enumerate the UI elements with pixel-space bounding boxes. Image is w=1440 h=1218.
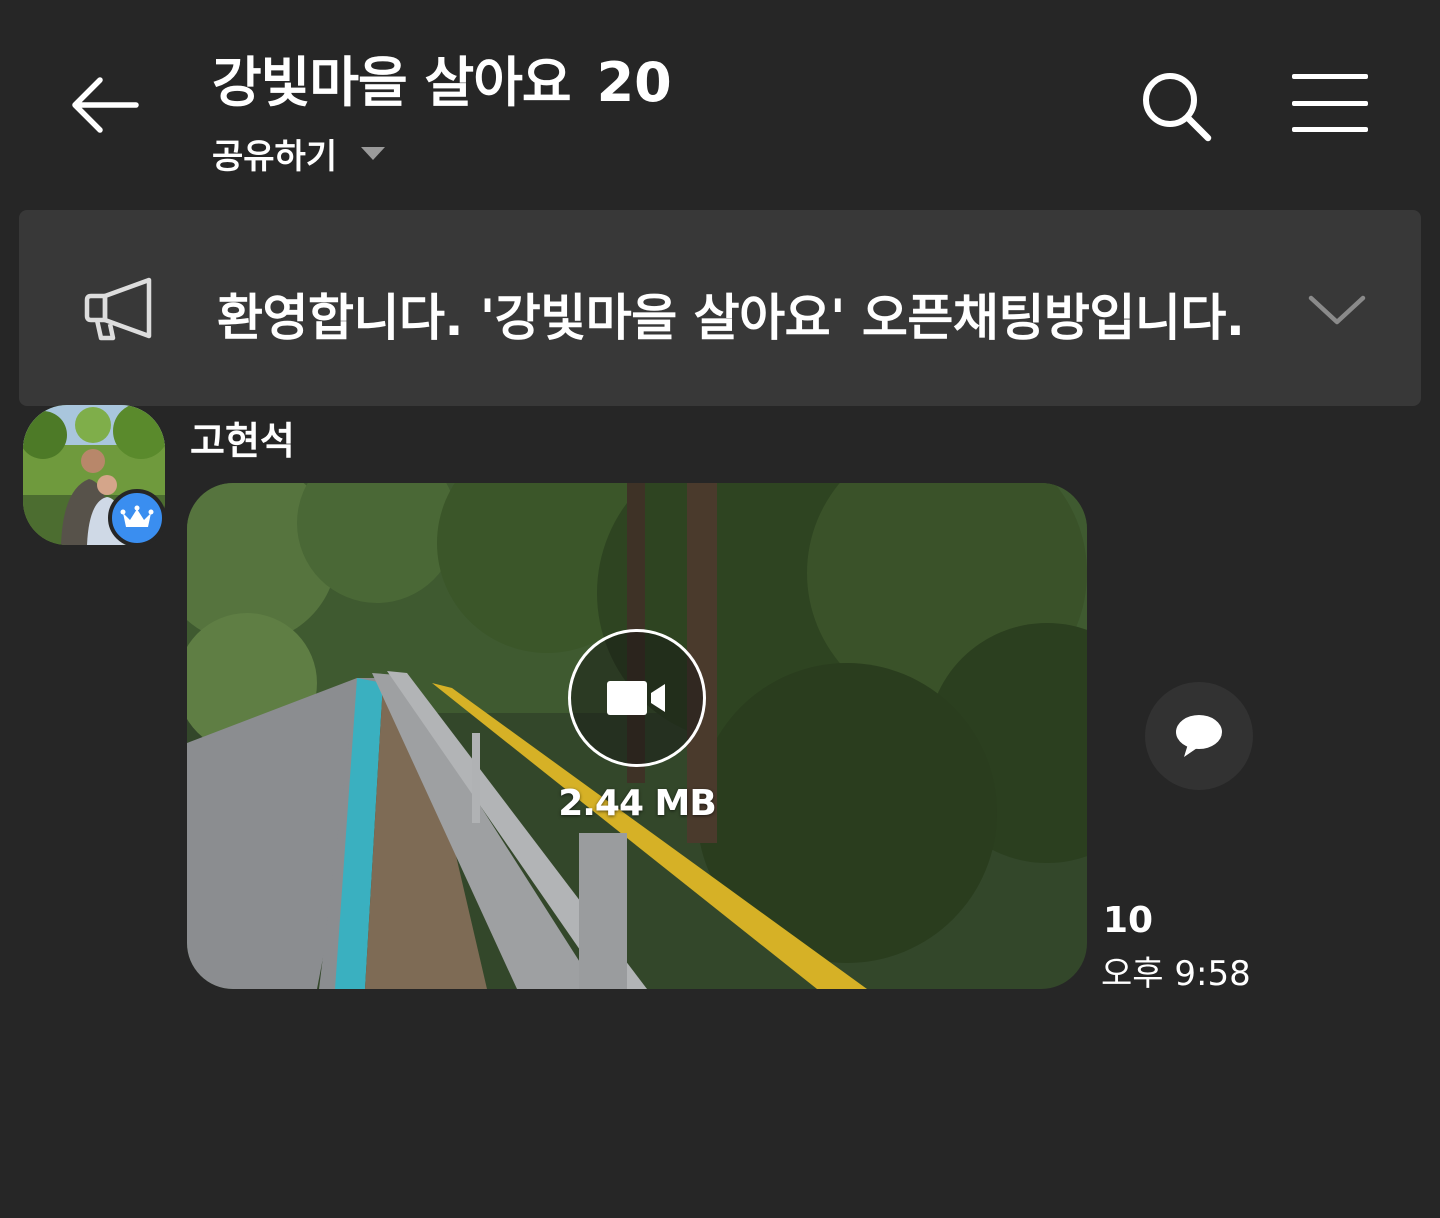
video-message[interactable]: 2.44 MB — [187, 483, 1087, 989]
member-count: 20 — [596, 51, 672, 114]
share-dropdown[interactable]: 공유하기 — [212, 129, 672, 178]
chat-header: 강빛마을 살아요 20 공유하기 — [0, 0, 1440, 190]
video-play-button[interactable] — [568, 629, 706, 767]
notice-banner[interactable]: 환영합니다. '강빛마을 살아요' 오픈채팅방입니다. — [19, 210, 1421, 406]
reply-button[interactable] — [1145, 682, 1253, 790]
title-row: 강빛마을 살아요 20 — [212, 38, 672, 117]
search-icon — [1143, 73, 1212, 142]
megaphone-icon — [84, 277, 152, 341]
menu-button[interactable] — [1290, 70, 1372, 136]
back-arrow-icon — [72, 77, 139, 133]
video-overlay — [567, 629, 707, 767]
hamburger-menu-icon — [1292, 74, 1368, 132]
crown-icon — [120, 505, 154, 527]
share-label: 공유하기 — [212, 137, 338, 177]
message-time: 오후 9:58 — [1101, 954, 1251, 994]
sender-name[interactable]: 고현석 — [190, 410, 295, 465]
caret-down-icon — [361, 147, 386, 160]
search-button[interactable] — [1138, 68, 1216, 146]
chat-room-screen: 강빛마을 살아요 20 공유하기 환영합니다. '강빛마을 살아요' 오픈채팅방… — [0, 0, 1440, 1218]
chevron-down-icon[interactable] — [1307, 290, 1367, 330]
notice-text: 환영합니다. '강빛마을 살아요' 오픈채팅방입니다. — [217, 289, 1245, 347]
speech-bubble-icon — [1176, 715, 1222, 757]
video-camera-icon — [607, 681, 665, 715]
crown-badge — [108, 489, 166, 547]
back-button[interactable] — [62, 62, 148, 148]
chat-title-area: 강빛마을 살아요 20 공유하기 — [212, 38, 672, 178]
room-title: 강빛마을 살아요 — [212, 51, 572, 114]
video-file-size: 2.44 MB — [558, 783, 717, 824]
unread-count: 10 — [1103, 900, 1154, 941]
